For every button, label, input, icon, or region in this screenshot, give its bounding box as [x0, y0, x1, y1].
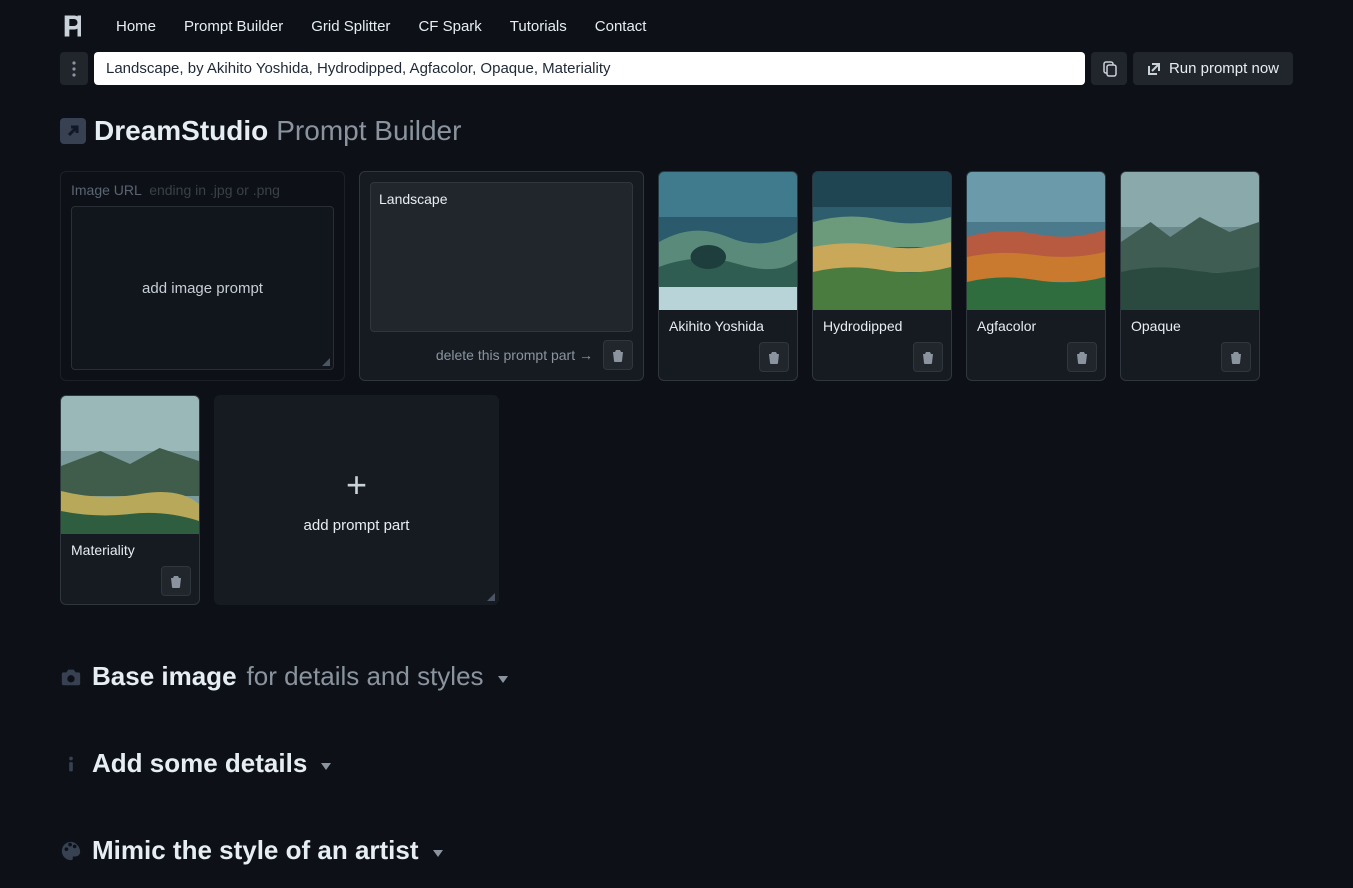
trash-icon	[611, 348, 625, 362]
nav-grid-splitter[interactable]: Grid Splitter	[311, 18, 390, 35]
delete-button[interactable]	[161, 566, 191, 596]
nav-home[interactable]: Home	[116, 18, 156, 35]
run-prompt-label: Run prompt now	[1169, 60, 1279, 77]
camera-icon	[60, 666, 82, 688]
delete-prompt-part-button[interactable]	[603, 340, 633, 370]
section-base-image[interactable]: Base image for details and styles	[60, 661, 1293, 692]
nav-prompt-builder[interactable]: Prompt Builder	[184, 18, 283, 35]
prompt-input[interactable]	[94, 52, 1085, 85]
section-title-rest: for details and styles	[247, 661, 484, 692]
title-main: DreamStudio	[94, 115, 268, 147]
prompt-part-card: Opaque	[1120, 171, 1260, 381]
prompt-part-label: Akihito Yoshida	[659, 310, 797, 342]
prompt-cards: Image URL ending in .jpg or .png add ima…	[60, 171, 1293, 381]
section-title-bold: Add some details	[92, 748, 307, 779]
copy-icon	[1101, 61, 1117, 77]
prompt-part-card: Hydrodipped	[812, 171, 952, 381]
prompt-part-card: Materiality	[60, 395, 200, 605]
trash-icon	[921, 350, 935, 364]
delete-button[interactable]	[1067, 342, 1097, 372]
logo-icon	[60, 12, 88, 40]
thumbnail	[1121, 172, 1259, 310]
add-image-prompt-label: add image prompt	[142, 280, 263, 297]
section-title-bold: Base image	[92, 661, 237, 692]
text-prompt-card: delete this prompt part →	[359, 171, 644, 381]
thumbnail	[813, 172, 951, 310]
prompt-cards-row2: Materiality + add prompt part	[60, 395, 1293, 605]
prompt-bar: Run prompt now	[0, 52, 1353, 95]
thumbnail	[659, 172, 797, 310]
section-add-details[interactable]: Add some details	[60, 748, 1293, 779]
external-link-icon	[1147, 62, 1161, 76]
info-icon	[60, 753, 82, 775]
thumbnail	[967, 172, 1105, 310]
nav-cf-spark[interactable]: CF Spark	[418, 18, 481, 35]
prompt-part-label: Agfacolor	[967, 310, 1105, 342]
prompt-part-card: Akihito Yoshida	[658, 171, 798, 381]
prompt-part-label: Materiality	[61, 534, 199, 566]
delete-button[interactable]	[1221, 342, 1251, 372]
trash-icon	[169, 574, 183, 588]
title-sub: Prompt Builder	[276, 115, 461, 147]
prompt-part-label: Opaque	[1121, 310, 1259, 342]
add-prompt-part-button[interactable]: + add prompt part	[214, 395, 499, 605]
caret-down-icon	[321, 763, 331, 770]
palette-icon	[60, 840, 82, 862]
navbar: Home Prompt Builder Grid Splitter CF Spa…	[0, 0, 1353, 52]
plus-icon: +	[346, 467, 367, 503]
image-url-label: Image URL	[71, 182, 141, 198]
caret-down-icon	[498, 676, 508, 683]
page-title: DreamStudio Prompt Builder	[60, 115, 1293, 147]
prompt-part-card: Agfacolor	[966, 171, 1106, 381]
prompt-menu-button[interactable]	[60, 52, 88, 85]
kebab-icon	[72, 61, 76, 77]
delete-button[interactable]	[759, 342, 789, 372]
thumbnail	[61, 396, 199, 534]
delete-button[interactable]	[913, 342, 943, 372]
image-url-hint: ending in .jpg or .png	[149, 182, 280, 198]
nav-tutorials[interactable]: Tutorials	[510, 18, 567, 35]
image-url-card: Image URL ending in .jpg or .png add ima…	[60, 171, 345, 381]
delete-prompt-part-label[interactable]: delete this prompt part →	[436, 347, 593, 363]
resize-handle-icon	[322, 358, 330, 366]
trash-icon	[767, 350, 781, 364]
add-prompt-part-label: add prompt part	[304, 517, 410, 534]
arrow-up-right-icon	[66, 124, 80, 138]
section-mimic-artist[interactable]: Mimic the style of an artist	[60, 835, 1293, 866]
prompt-part-textarea[interactable]	[370, 182, 633, 332]
add-image-prompt-button[interactable]: add image prompt	[71, 206, 334, 370]
caret-down-icon	[433, 850, 443, 857]
nav-contact[interactable]: Contact	[595, 18, 647, 35]
prompt-part-label: Hydrodipped	[813, 310, 951, 342]
external-link-badge[interactable]	[60, 118, 86, 144]
content: DreamStudio Prompt Builder Image URL end…	[0, 95, 1353, 886]
resize-handle-icon	[487, 593, 495, 601]
section-title-bold: Mimic the style of an artist	[92, 835, 419, 866]
trash-icon	[1229, 350, 1243, 364]
run-prompt-button[interactable]: Run prompt now	[1133, 52, 1293, 85]
copy-button[interactable]	[1091, 52, 1127, 85]
trash-icon	[1075, 350, 1089, 364]
